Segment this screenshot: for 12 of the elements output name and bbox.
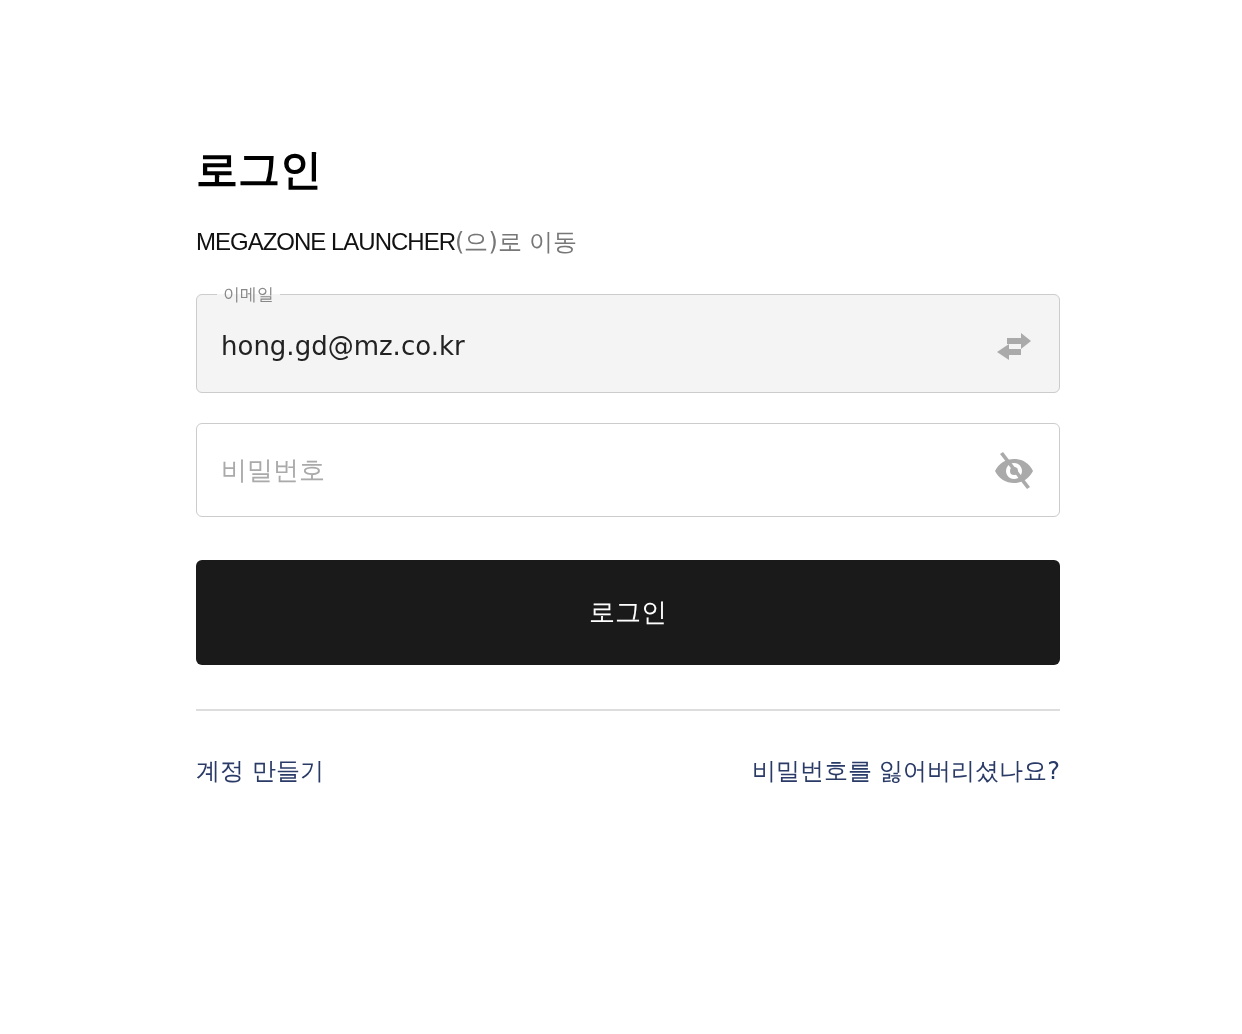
field-label: 이메일 xyxy=(222,284,275,304)
email-field[interactable]: hong.gd@mz.co.kr xyxy=(221,331,993,361)
text-link[interactable]: 비밀번호를 잃어버리셨나요? xyxy=(751,755,1060,787)
app-name: MEGAZONE LAUNCHER xyxy=(196,227,456,257)
text-link[interactable]: 계정 만들기 xyxy=(196,755,324,787)
eye-slash-icon[interactable] xyxy=(993,449,1035,491)
input-box[interactable]: 비밀번호 xyxy=(196,423,1060,517)
page-title: 로그인 xyxy=(196,144,323,196)
redirect-text: (으)로 이동 xyxy=(455,227,578,258)
input-box[interactable]: 이메일 hong.gd@mz.co.kr xyxy=(196,284,1060,393)
login-button[interactable]: 로그인 xyxy=(196,560,1060,665)
password-field[interactable]: 비밀번호 xyxy=(221,455,993,485)
